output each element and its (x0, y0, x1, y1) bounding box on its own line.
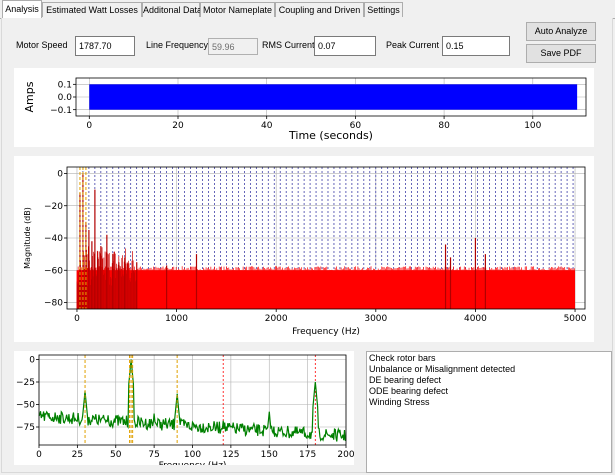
time-current-trace (89, 84, 578, 110)
spectrum-tick-label-x: 2000 (265, 314, 288, 324)
zoom-tick-label-x: 50 (110, 450, 122, 460)
result-item: Winding Stress (369, 397, 430, 407)
time-tick-label-x: 0 (86, 121, 92, 131)
result-item: DE bearing defect (369, 375, 442, 385)
peak-current-field[interactable] (442, 36, 510, 56)
time-tick-label-y: −0.1 (50, 106, 72, 116)
motor-speed-field[interactable] (75, 36, 135, 56)
peak-current-label: Peak Current (386, 40, 440, 50)
result-item: Unbalance or Misalignment detected (369, 364, 516, 374)
zoom-tick-label-x: 125 (222, 450, 239, 460)
time-plot-panel: 0 20 40 60 80 100 0.1 0.0 −0.1 Time (seconds) Amps (14, 68, 594, 147)
result-item: ODE bearing defect (369, 386, 449, 396)
spectrum-tick-label-x: 3000 (364, 314, 387, 324)
time-current-chart: 0 20 40 60 80 1000.10.0−0.1Time (seconds)Amps (23, 77, 587, 142)
tab-analysis[interactable]: Analysis (2, 0, 42, 19)
time-tick-label-y: 0.0 (58, 93, 73, 103)
spectrum-tick-label-y: 0 (57, 170, 63, 180)
line-frequency-field (208, 38, 258, 55)
spectrum-tick-label-y: −40 (44, 234, 63, 244)
time-x-axis-label: Time (seconds) (288, 129, 373, 142)
zoom-tick-label-x: 100 (184, 450, 201, 460)
spectrum-plot-panel: 0 1000 2000 3000 4000 5000 0 −20 −40 −60 −80 Freque… (14, 156, 594, 342)
time-tick-label-x: 20 (172, 121, 184, 131)
time-tick-label-x: 100 (524, 121, 541, 131)
time-tick-label-y: 0.1 (58, 80, 72, 90)
save-pdf-button[interactable]: Save PDF (526, 44, 596, 63)
spectrum-tick-label-y: −80 (44, 299, 63, 309)
zoom-tick-label-x: 0 (36, 450, 42, 460)
results-list[interactable]: Check rotor bars Unbalance or Misalignme… (366, 351, 612, 473)
zoom-spectrum-chart: 0 25 50 75 100 125 150 175 200 0 −25 −50 −75 Frequenc… (16, 354, 355, 471)
spectrum-tick-label-y: −60 (44, 266, 63, 276)
spectrum-tick-label-x: 4000 (464, 314, 487, 324)
zoom-tick-label-y: −50 (16, 401, 35, 411)
motor-speed-label: Motor Speed (16, 40, 68, 50)
tab-additional-data[interactable]: Additonal Data (142, 2, 202, 17)
zoom-tick-label-x: 200 (337, 450, 354, 460)
spectrum-tick-label-x: 1000 (165, 314, 188, 324)
tab-settings[interactable]: Settings (364, 2, 403, 17)
time-tick-label-x: 40 (261, 121, 273, 131)
zoom-tick-label-x: 175 (299, 450, 316, 460)
tab-estimated-watt-losses[interactable]: Estimated Watt Losses (42, 2, 142, 17)
full-spectrum-chart: 0 1000 2000 3000 4000 5000 0 −20 −40 −60 −80 Freque… (23, 166, 587, 337)
zoom-tick-label-x: 25 (72, 450, 83, 460)
rms-current-label: RMS Current (262, 40, 315, 50)
spectrum-x-axis-label: Frequency (Hz) (292, 327, 360, 337)
zoom-plot-panel: 0 25 50 75 100 125 150 175 200 0 −25 −50 −75 Frequenc… (14, 351, 355, 471)
spectrum-y-axis-label: Magnitude (dB) (23, 207, 32, 269)
spectrum-tick-label-y: −20 (44, 202, 63, 212)
time-y-axis-label: Amps (23, 81, 36, 112)
auto-analyze-button[interactable]: Auto Analyze (526, 22, 596, 41)
result-item: Check rotor bars (369, 353, 436, 363)
zoom-tick-label-y: 0 (29, 356, 35, 366)
zoom-tick-label-y: −25 (16, 378, 35, 388)
zoom-tick-label-y: −75 (16, 423, 35, 433)
rms-current-field[interactable] (314, 36, 376, 56)
zoom-x-axis-label: Frequency (Hz) (159, 461, 227, 465)
time-tick-label-x: 80 (438, 121, 450, 131)
zoom-tick-label-x: 150 (261, 450, 278, 460)
spectrum-tick-label-x: 0 (74, 314, 80, 324)
spectrum-tick-label-x: 5000 (564, 314, 587, 324)
zoom-tick-label-x: 75 (148, 450, 159, 460)
tab-motor-nameplate[interactable]: Motor Nameplate (200, 2, 275, 17)
tab-bar: Analysis Estimated Watt Losses Additonal… (0, 0, 615, 19)
tab-coupling-and-driven[interactable]: Coupling and Driven (275, 2, 364, 17)
line-frequency-label: Line Frequency (146, 40, 209, 50)
